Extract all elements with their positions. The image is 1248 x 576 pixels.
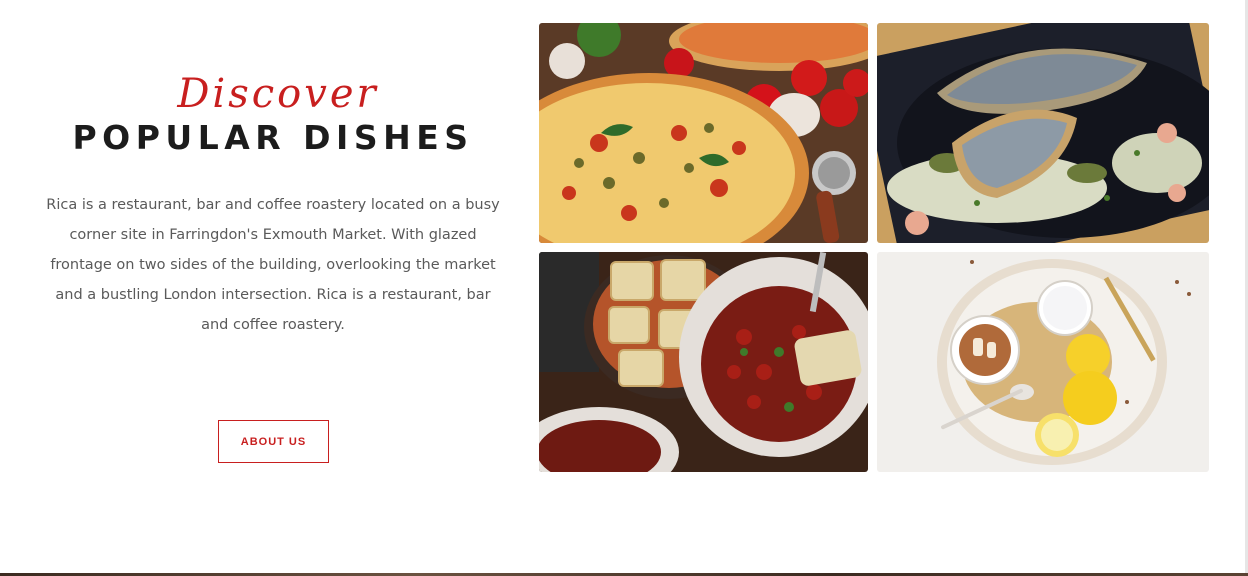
dish-image-bean-stew[interactable] (539, 252, 868, 472)
dish-image-pizza[interactable] (539, 23, 868, 243)
dessert-lemons-photo (877, 252, 1209, 472)
about-us-button[interactable]: ABOUT US (218, 420, 329, 463)
dish-image-dessert-lemons[interactable] (877, 252, 1209, 472)
pizza-photo (539, 23, 868, 243)
discover-script-heading: Discover (177, 71, 379, 117)
bean-stew-photo (539, 252, 868, 472)
popular-dishes-intro: Discover POPULAR DISHES Rica is a restau… (40, 70, 506, 340)
dish-image-grilled-fish[interactable] (877, 23, 1209, 243)
grilled-fish-photo (877, 23, 1209, 243)
section-title: POPULAR DISHES (72, 118, 474, 157)
section-description: Rica is a restaurant, bar and coffee roa… (46, 197, 500, 333)
